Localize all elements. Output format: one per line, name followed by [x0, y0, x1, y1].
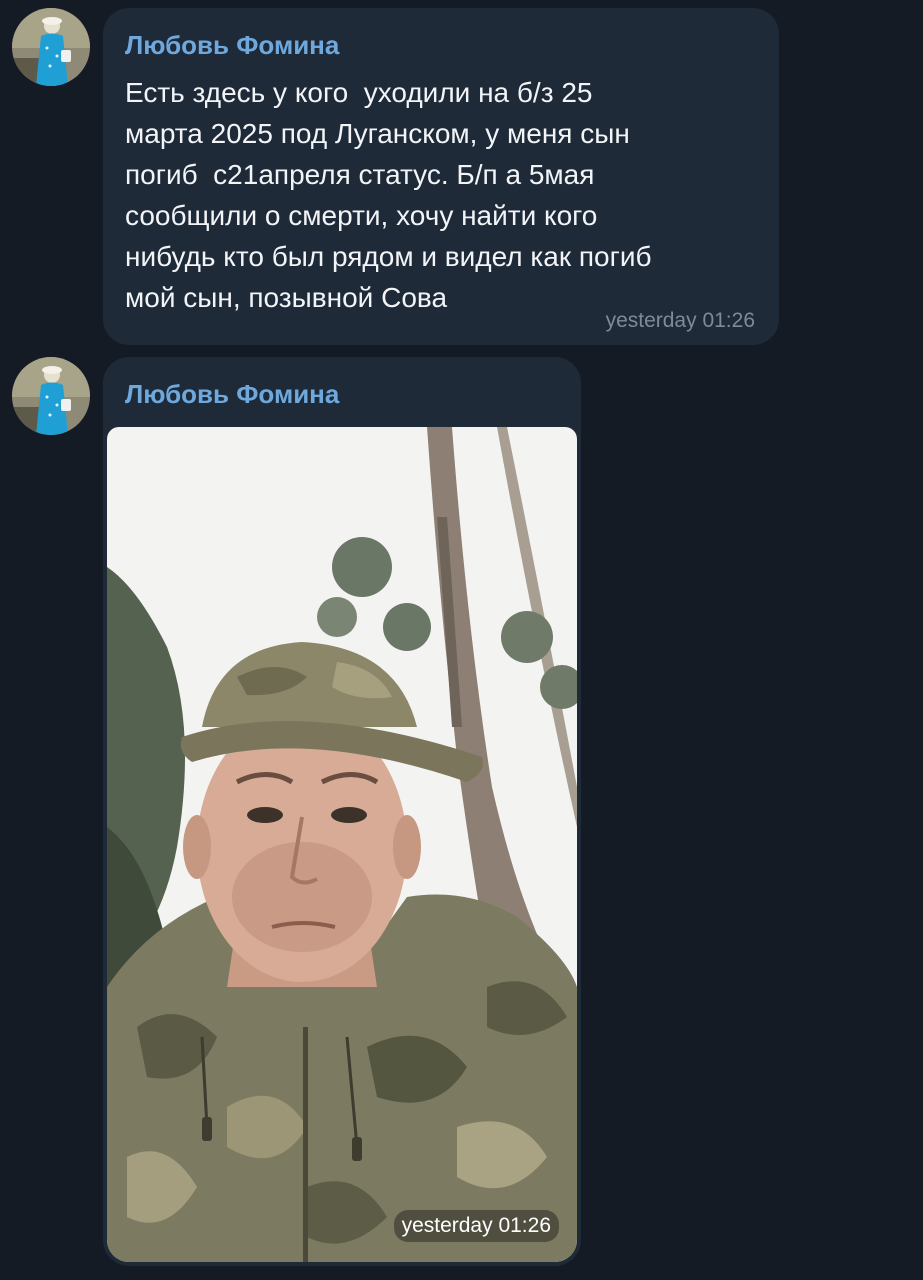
message-bubble[interactable]: Любовь Фомина Есть здесь у кого уходили … [103, 8, 779, 345]
sender-name[interactable]: Любовь Фомина [125, 379, 339, 410]
sender-name[interactable]: Любовь Фомина [125, 30, 339, 61]
photo-timestamp: yesterday 01:26 [393, 1210, 559, 1242]
message-timestamp: yesterday 01:26 [605, 309, 755, 332]
sender-avatar[interactable] [12, 8, 90, 86]
message-text: Есть здесь у кого уходили на б/з 25 март… [125, 77, 652, 313]
attached-photo[interactable]: yesterday 01:26 [107, 427, 577, 1262]
sender-avatar[interactable] [12, 357, 90, 435]
photo-message-bubble[interactable]: Любовь Фомина yesterday 01:26 [103, 357, 581, 1266]
